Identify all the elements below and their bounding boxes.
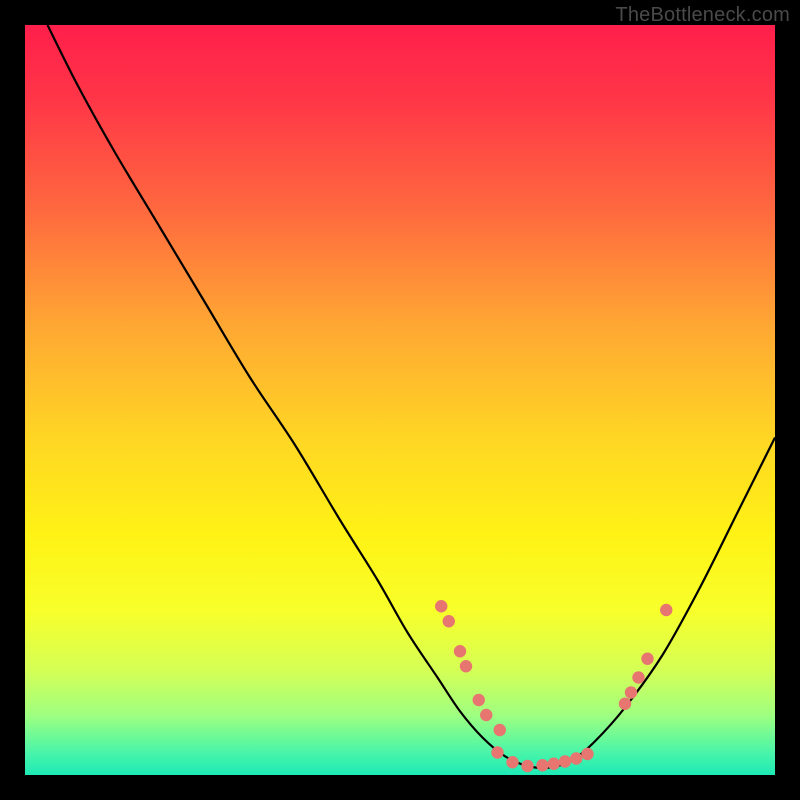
curve-marker — [536, 759, 548, 771]
curve-marker — [570, 752, 582, 764]
curve-marker — [491, 746, 503, 758]
curve-marker — [506, 756, 518, 768]
curve-marker — [548, 758, 560, 770]
bottleneck-curve — [48, 25, 776, 768]
curve-marker — [435, 600, 447, 612]
curve-marker — [460, 660, 472, 672]
curve-marker — [619, 698, 631, 710]
curve-marker — [473, 694, 485, 706]
curve-marker — [480, 709, 492, 721]
curve-layer — [25, 25, 775, 775]
curve-marker — [443, 615, 455, 627]
curve-marker — [581, 748, 593, 760]
plot-area — [25, 25, 775, 775]
attribution-text: TheBottleneck.com — [615, 4, 790, 27]
curve-marker — [521, 760, 533, 772]
curve-marker — [632, 671, 644, 683]
curve-marker — [559, 755, 571, 767]
curve-marker — [494, 724, 506, 736]
curve-marker — [660, 604, 672, 616]
curve-marker — [641, 653, 653, 665]
curve-marker — [625, 686, 637, 698]
curve-markers — [435, 600, 672, 772]
chart-frame: TheBottleneck.com — [0, 0, 800, 800]
curve-marker — [454, 645, 466, 657]
